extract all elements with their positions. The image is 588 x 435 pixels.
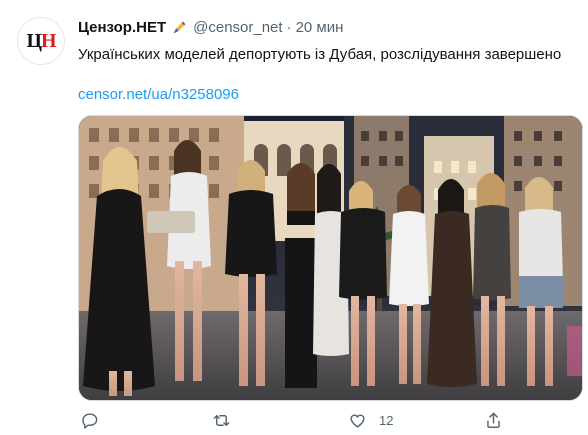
group-photo-image	[79, 116, 582, 400]
reply-icon	[82, 412, 98, 429]
share-button[interactable]	[484, 408, 503, 432]
tweet-card[interactable]: ЦН Цензор.НЕТ @censor_net · 20 мин Украї…	[0, 0, 588, 435]
tweet-photo[interactable]	[78, 115, 583, 401]
tweet-link[interactable]: censor.net/ua/n3258096	[78, 86, 239, 103]
tweet-actions: 12	[78, 408, 583, 432]
header-separator: ·	[286, 18, 292, 36]
like-button[interactable]: 12	[348, 408, 393, 432]
tweet-header: Цензор.НЕТ @censor_net · 20 мин	[78, 17, 343, 37]
tweet-timestamp[interactable]: 20 мин	[296, 19, 344, 36]
tweet-text: Українських моделей депортують із Дубая,…	[78, 46, 562, 63]
logo-letter-1: Ц	[26, 29, 42, 52]
writing-hand-icon	[171, 19, 188, 36]
retweet-icon	[213, 414, 230, 426]
retweet-button[interactable]	[212, 408, 231, 432]
share-icon	[487, 412, 500, 428]
author-handle[interactable]: @censor_net	[193, 19, 282, 36]
censor-logo: ЦН	[26, 29, 57, 53]
logo-letter-2: Н	[41, 29, 57, 52]
avatar[interactable]: ЦН	[17, 17, 65, 65]
reply-button[interactable]	[80, 408, 99, 432]
heart-icon	[350, 414, 365, 428]
like-count: 12	[379, 412, 394, 428]
author-name[interactable]: Цензор.НЕТ	[78, 19, 166, 36]
